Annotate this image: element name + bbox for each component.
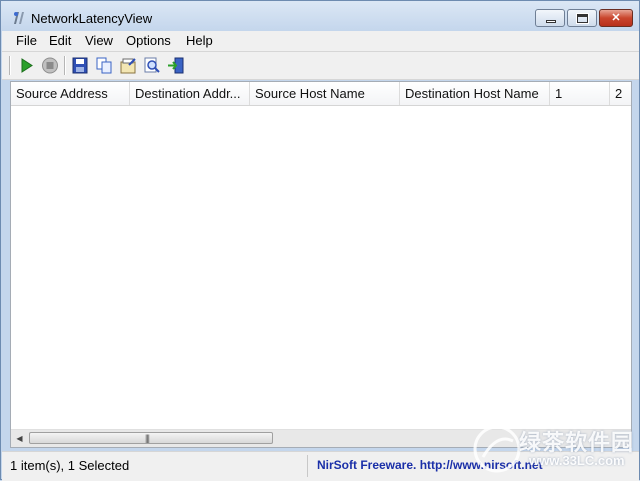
stop-icon[interactable] <box>40 56 60 75</box>
app-icon <box>14 12 24 24</box>
app-window: NetworkLatencyView ✕ File Edit View Opti… <box>0 0 640 481</box>
column-destination-host-name[interactable]: Destination Host Name <box>400 82 550 105</box>
title-bar[interactable]: NetworkLatencyView ✕ <box>1 1 639 31</box>
column-destination-address[interactable]: Destination Addr... <box>130 82 250 105</box>
status-divider <box>307 455 308 477</box>
column-2[interactable]: 2 <box>610 82 631 105</box>
column-source-host-name[interactable]: Source Host Name <box>250 82 400 105</box>
toolbar-separator <box>64 56 66 75</box>
menu-file[interactable]: File <box>15 33 38 48</box>
start-icon[interactable] <box>16 56 36 75</box>
list-header: Source Address Destination Addr... Sourc… <box>11 82 631 106</box>
status-bar: 1 item(s), 1 Selected NirSoft Freeware. … <box>2 451 639 481</box>
exit-icon[interactable] <box>166 56 186 75</box>
save-icon[interactable] <box>70 56 90 75</box>
menu-help[interactable]: Help <box>185 33 214 48</box>
toolbar-separator <box>9 56 11 75</box>
copy-icon[interactable] <box>94 56 114 75</box>
nirsoft-link[interactable]: NirSoft Freeware. http://www.nirsoft.net <box>317 458 543 472</box>
window-title: NetworkLatencyView <box>31 11 153 26</box>
status-item-count: 1 item(s), 1 Selected <box>10 458 130 473</box>
properties-icon[interactable] <box>118 56 138 75</box>
column-1[interactable]: 1 <box>550 82 610 105</box>
menu-view[interactable]: View <box>84 33 114 48</box>
minimize-button[interactable] <box>535 9 565 27</box>
menu-edit[interactable]: Edit <box>48 33 72 48</box>
find-icon[interactable] <box>142 56 162 75</box>
horizontal-scrollbar[interactable]: ◀ ||| <box>11 429 631 447</box>
minimize-icon <box>546 20 556 23</box>
column-source-address[interactable]: Source Address <box>11 82 130 105</box>
menu-bar: File Edit View Options Help <box>2 31 639 52</box>
grip-icon: ||| <box>145 433 150 443</box>
close-icon: ✕ <box>611 12 621 24</box>
menu-options[interactable]: Options <box>125 33 172 48</box>
scroll-left-icon[interactable]: ◀ <box>11 430 28 447</box>
scrollbar-thumb[interactable]: ||| <box>29 432 273 444</box>
maximize-icon <box>576 13 589 24</box>
maximize-button[interactable] <box>567 9 597 27</box>
close-button[interactable]: ✕ <box>599 9 633 27</box>
toolbar <box>2 52 639 80</box>
results-list[interactable]: Source Address Destination Addr... Sourc… <box>10 81 632 448</box>
